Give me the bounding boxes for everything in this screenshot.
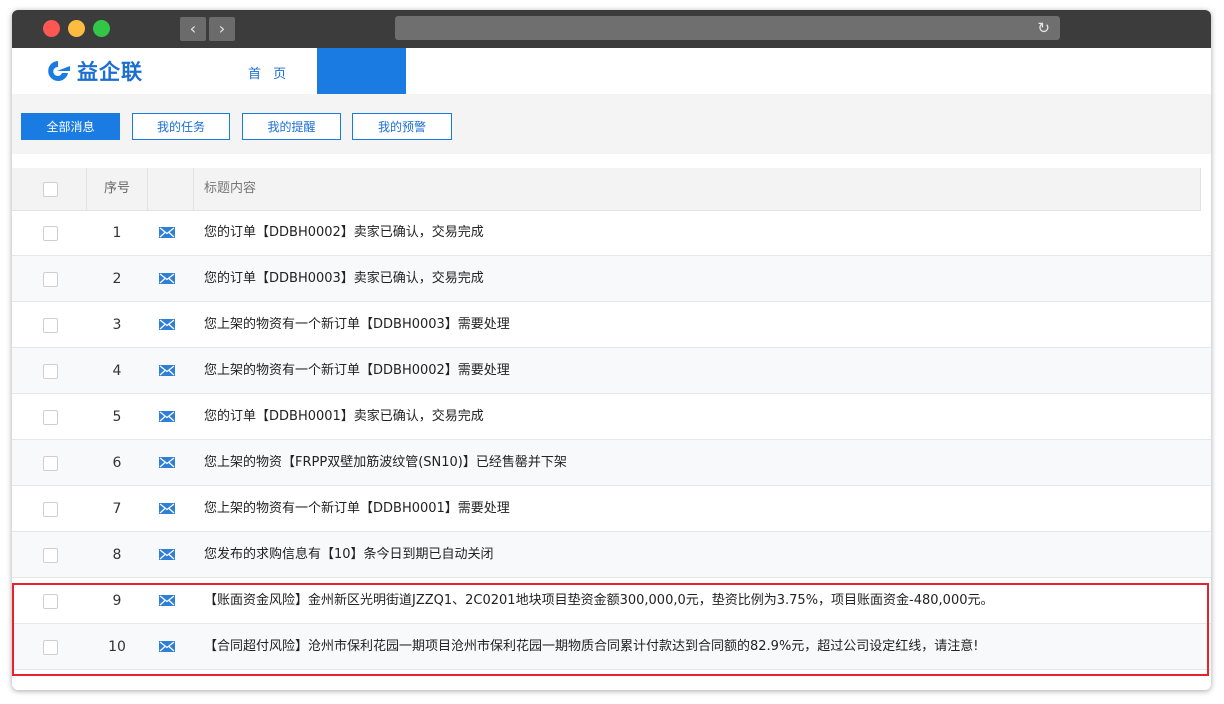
mail-icon <box>159 549 175 560</box>
row-checkbox[interactable] <box>43 548 58 563</box>
table-row[interactable]: 9 【账面资金风险】金州新区光明街道JZZQ1、2C0201地块项目垫资金额300… <box>12 578 1211 624</box>
table-row[interactable]: 10 【合同超付风险】沧州市保利花园一期项目沧州市保利花园一期物质合同累计付款达到… <box>12 624 1211 670</box>
header-select-cell <box>12 168 87 210</box>
row-checkbox[interactable] <box>43 318 58 333</box>
row-checkbox[interactable] <box>43 456 58 471</box>
browser-titlebar: ‹ › ↻ <box>12 10 1211 48</box>
mail-icon <box>159 457 175 468</box>
row-title[interactable]: 【账面资金风险】金州新区光明街道JZZQ1、2C0201地块项目垫资金额300,… <box>204 578 1204 624</box>
row-title[interactable]: 您的订单【DDBH0002】卖家已确认，交易完成 <box>204 210 1204 256</box>
row-index: 7 <box>112 501 122 517</box>
logo[interactable]: 益企联 <box>42 57 143 85</box>
table-row[interactable]: 8 您发布的求购信息有【10】条今日到期已自动关闭 <box>12 532 1211 578</box>
minimize-window-button[interactable] <box>68 20 85 37</box>
mail-icon <box>159 595 175 606</box>
table-row[interactable]: 4 您上架的物资有一个新订单【DDBH0002】需要处理 <box>12 348 1211 394</box>
nav-home[interactable]: 首 页 <box>248 63 290 82</box>
header-title: 标题内容 <box>204 181 257 196</box>
reload-icon[interactable]: ↻ <box>1037 18 1050 38</box>
mail-icon <box>159 227 175 238</box>
row-index: 4 <box>112 363 122 379</box>
select-all-checkbox[interactable] <box>43 182 58 197</box>
tab-my-tasks[interactable]: 我的任务 <box>132 113 230 140</box>
chevron-left-icon[interactable]: ‹ <box>180 17 206 41</box>
row-index: 8 <box>112 547 122 563</box>
mail-icon <box>159 319 175 330</box>
row-checkbox[interactable] <box>43 226 58 241</box>
message-tabs-bar: 全部消息 我的任务 我的提醒 我的预警 <box>12 94 1211 154</box>
mail-icon <box>159 273 175 284</box>
chevron-right-icon[interactable]: › <box>209 17 235 41</box>
row-title[interactable]: 您上架的物资有一个新订单【DDBH0002】需要处理 <box>204 348 1204 394</box>
table-row[interactable]: 7 您上架的物资有一个新订单【DDBH0001】需要处理 <box>12 486 1211 532</box>
mail-icon <box>159 503 175 514</box>
row-checkbox[interactable] <box>43 502 58 517</box>
row-index: 9 <box>112 593 122 609</box>
table-header: 序号 标题内容 <box>12 168 1201 211</box>
browser-window: ‹ › ↻ 益企联 首 页 全部消息 我的任务 我的提醒 我的预警 序号 标题内… <box>12 10 1211 690</box>
row-index: 2 <box>112 271 122 287</box>
row-title[interactable]: 您的订单【DDBH0003】卖家已确认，交易完成 <box>204 256 1204 302</box>
mail-icon <box>159 641 175 652</box>
row-title[interactable]: 您上架的物资有一个新订单【DDBH0003】需要处理 <box>204 302 1204 348</box>
maximize-window-button[interactable] <box>93 20 110 37</box>
row-title[interactable]: 您发布的求购信息有【10】条今日到期已自动关闭 <box>204 532 1204 578</box>
row-title[interactable]: 【合同超付风险】沧州市保利花园一期项目沧州市保利花园一期物质合同累计付款达到合同… <box>204 624 1204 670</box>
app-header: 益企联 首 页 <box>12 48 1211 95</box>
tab-all-messages[interactable]: 全部消息 <box>21 113 120 140</box>
row-index: 3 <box>112 317 122 333</box>
logo-icon <box>48 61 70 81</box>
row-index: 6 <box>112 455 122 471</box>
row-checkbox[interactable] <box>43 364 58 379</box>
row-checkbox[interactable] <box>43 640 58 655</box>
close-window-button[interactable] <box>43 20 60 37</box>
tab-my-reminders[interactable]: 我的提醒 <box>242 113 341 140</box>
address-bar[interactable]: ↻ <box>395 16 1060 40</box>
row-checkbox[interactable] <box>43 410 58 425</box>
row-checkbox[interactable] <box>43 272 58 287</box>
row-title[interactable]: 您上架的物资【FRPP双壁加筋波纹管(SN10)】已经售罄并下架 <box>204 440 1204 486</box>
mail-icon <box>159 365 175 376</box>
row-checkbox[interactable] <box>43 594 58 609</box>
row-title[interactable]: 您上架的物资有一个新订单【DDBH0001】需要处理 <box>204 486 1204 532</box>
row-index: 1 <box>112 225 122 241</box>
tab-my-warnings[interactable]: 我的预警 <box>352 113 452 140</box>
table-row[interactable]: 6 您上架的物资【FRPP双壁加筋波纹管(SN10)】已经售罄并下架 <box>12 440 1211 486</box>
header-index: 序号 <box>87 168 148 210</box>
table-row[interactable]: 5 您的订单【DDBH0001】卖家已确认，交易完成 <box>12 394 1211 440</box>
table-row[interactable]: 2 您的订单【DDBH0003】卖家已确认，交易完成 <box>12 256 1211 302</box>
mail-icon <box>159 411 175 422</box>
row-title[interactable]: 您的订单【DDBH0001】卖家已确认，交易完成 <box>204 394 1204 440</box>
nav-active-item[interactable] <box>317 48 406 94</box>
row-index: 5 <box>112 409 122 425</box>
brand-name: 益企联 <box>77 60 143 84</box>
table-row[interactable]: 1 您的订单【DDBH0002】卖家已确认，交易完成 <box>12 210 1211 256</box>
table-row[interactable]: 3 您上架的物资有一个新订单【DDBH0003】需要处理 <box>12 302 1211 348</box>
header-icon-cell <box>148 168 194 210</box>
row-index: 10 <box>108 639 126 655</box>
